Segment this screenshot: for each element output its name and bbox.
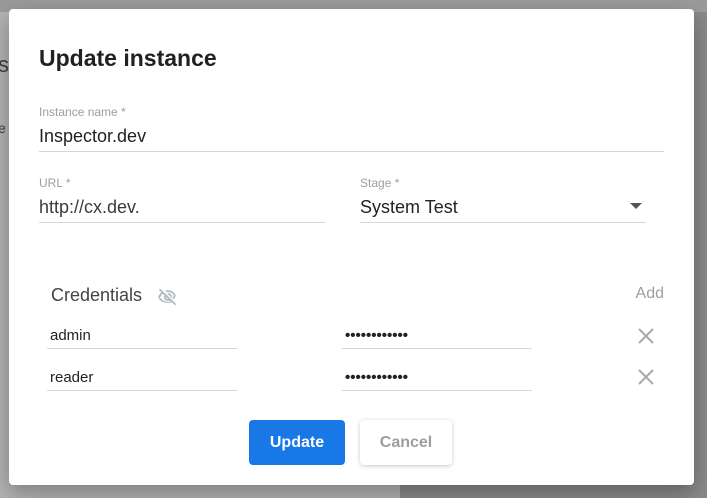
credential-username-input[interactable]: admin — [47, 327, 237, 349]
cancel-button[interactable]: Cancel — [360, 420, 452, 465]
credential-username-input[interactable]: reader — [47, 369, 237, 391]
stage-value[interactable]: System Test — [360, 196, 646, 223]
instance-name-label: Instance name * — [39, 105, 126, 119]
update-button[interactable]: Update — [249, 420, 345, 465]
stage-field[interactable]: Stage * System Test — [360, 176, 646, 223]
credential-password-input[interactable]: •••••••••••• — [342, 369, 532, 391]
close-icon[interactable] — [636, 367, 656, 387]
visibility-off-icon[interactable] — [155, 286, 181, 308]
stage-label: Stage * — [360, 176, 400, 190]
update-instance-dialog: Update instance Instance name * Inspecto… — [9, 9, 694, 485]
stage-select[interactable]: System Test — [360, 196, 646, 223]
close-icon[interactable] — [636, 326, 656, 346]
instance-name-input[interactable]: Inspector.dev — [39, 125, 664, 152]
url-input[interactable]: http://cx.dev. — [39, 196, 325, 223]
instance-name-field[interactable]: Instance name * Inspector.dev — [39, 105, 664, 152]
credential-password-input[interactable]: •••••••••••• — [342, 327, 532, 349]
url-field[interactable]: URL * http://cx.dev. — [39, 176, 325, 223]
credentials-title: Credentials — [51, 285, 143, 305]
add-credential-link[interactable]: Add — [636, 285, 664, 303]
url-label: URL * — [39, 176, 71, 190]
background-text-fragment: e — [0, 120, 6, 136]
dialog-title: Update instance — [39, 45, 217, 71]
chevron-down-icon[interactable] — [630, 203, 642, 209]
